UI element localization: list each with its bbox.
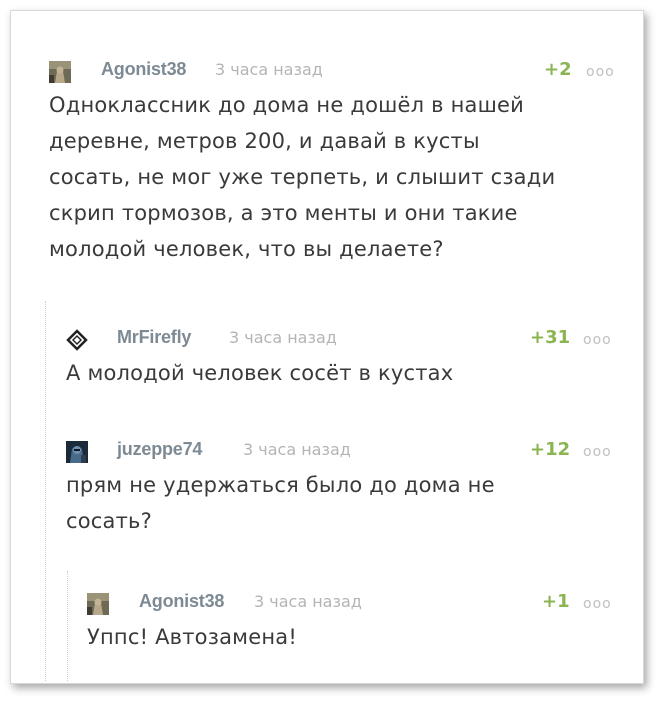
comment-header: Agonist38 3 часа назад +2 ooo [49, 59, 619, 83]
comment-rating: +31 [530, 327, 571, 348]
comment-thread: Agonist38 3 часа назад +2 ooo Одноклассн… [10, 10, 644, 684]
more-options-icon[interactable]: ooo [586, 64, 615, 80]
firefly-logo-icon [66, 329, 88, 351]
comment-header: juzeppe74 3 часа назад +12 ooo [66, 439, 619, 463]
comment: Agonist38 3 часа назад +1 ooo Уппс! Авто… [87, 591, 619, 655]
author-name[interactable]: juzeppe74 [117, 439, 202, 460]
comment: Agonist38 3 часа назад +2 ooo Одноклассн… [49, 59, 619, 267]
avatar-image-icon [66, 441, 88, 463]
comment-rating: +12 [530, 439, 571, 460]
comment: juzeppe74 3 часа назад +12 ooo прям не у… [66, 439, 619, 539]
reply-branch-line [45, 301, 46, 681]
comment: MrFirefly 3 часа назад +31 ooo А молодой… [66, 327, 619, 391]
comment-text: А молодой человек сосёт в кустах [66, 361, 454, 385]
comment-text: прям не удержаться было до дома не сосат… [66, 473, 495, 533]
more-options-icon[interactable]: ooo [583, 444, 612, 460]
comment-rating: +2 [544, 59, 572, 80]
comment-text: Уппс! Автозамена! [87, 625, 297, 649]
comment-time: 3 часа назад [254, 592, 362, 611]
comment-time: 3 часа назад [229, 328, 337, 347]
author-name[interactable]: Agonist38 [139, 591, 224, 612]
author-name[interactable]: MrFirefly [117, 327, 191, 348]
comment-rating: +1 [542, 591, 570, 612]
reply-branch-line [67, 571, 68, 681]
comment-text: Одноклассник до дома не дошёл в нашей де… [49, 93, 556, 261]
avatar[interactable] [87, 593, 109, 615]
avatar-image-icon [87, 593, 109, 615]
more-options-icon[interactable]: ooo [583, 332, 612, 348]
author-name[interactable]: Agonist38 [101, 59, 186, 80]
comment-time: 3 часа назад [215, 60, 323, 79]
avatar[interactable] [66, 329, 88, 351]
more-options-icon[interactable]: ooo [583, 596, 612, 612]
avatar[interactable] [66, 441, 88, 463]
avatar[interactable] [49, 61, 71, 83]
comment-header: Agonist38 3 часа назад +1 ooo [87, 591, 619, 615]
comment-time: 3 часа назад [243, 440, 351, 459]
comment-header: MrFirefly 3 часа назад +31 ooo [66, 327, 619, 351]
avatar-image-icon [49, 61, 71, 83]
